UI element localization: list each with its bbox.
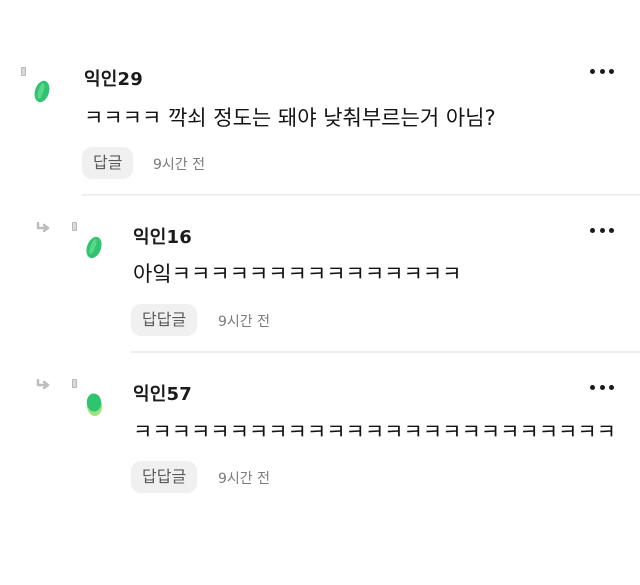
more-options-icon[interactable] xyxy=(590,67,614,75)
comment-1: 익인29 ㅋㅋㅋㅋ 깍쇠 정도는 돼야 낮춰부르는거 아님? 답글 9시간 전 xyxy=(0,48,640,196)
green-leaf-avatar-icon xyxy=(34,80,50,103)
green-leaf-avatar-icon xyxy=(86,236,102,259)
reply-button[interactable]: 답답글 xyxy=(131,304,198,336)
more-options-icon[interactable] xyxy=(590,226,614,234)
comment-2: 익인16 아잌ㅋㅋㅋㅋㅋㅋㅋㅋㅋㅋㅋㅋㅋㅋㅋ 답답글 9시간 전 xyxy=(0,208,640,353)
small-marker-icon xyxy=(72,379,77,388)
small-marker-icon xyxy=(72,222,77,231)
small-marker-icon xyxy=(21,67,26,76)
reply-arrow-icon xyxy=(36,379,50,389)
comment-author: 익인29 xyxy=(84,69,143,90)
comment-time: 9시간 전 xyxy=(153,157,205,173)
comment-author: 익인16 xyxy=(133,227,192,248)
comment-text: 아잌ㅋㅋㅋㅋㅋㅋㅋㅋㅋㅋㅋㅋㅋㅋㅋ xyxy=(133,262,462,286)
more-options-icon[interactable] xyxy=(590,383,614,391)
green-leaf-avatar-icon xyxy=(86,393,103,416)
comment-time: 9시간 전 xyxy=(218,314,270,330)
reply-arrow-icon xyxy=(36,222,50,232)
comment-divider xyxy=(82,194,640,196)
reply-button[interactable]: 답글 xyxy=(82,147,134,179)
comment-time: 9시간 전 xyxy=(218,471,270,487)
comment-divider xyxy=(131,351,640,353)
comment-author: 익인57 xyxy=(133,384,192,405)
comment-3: 익인57 ㅋㅋㅋㅋㅋㅋㅋㅋㅋㅋㅋㅋㅋㅋㅋㅋㅋㅋㅋㅋㅋㅋㅋㅋㅋ 답답글 9시간 전 xyxy=(0,365,640,505)
comment-text: ㅋㅋㅋㅋ 깍쇠 정도는 돼야 낮춰부르는거 아님? xyxy=(84,106,496,130)
comment-text: ㅋㅋㅋㅋㅋㅋㅋㅋㅋㅋㅋㅋㅋㅋㅋㅋㅋㅋㅋㅋㅋㅋㅋㅋㅋ xyxy=(133,420,616,444)
reply-button[interactable]: 답답글 xyxy=(131,461,198,493)
